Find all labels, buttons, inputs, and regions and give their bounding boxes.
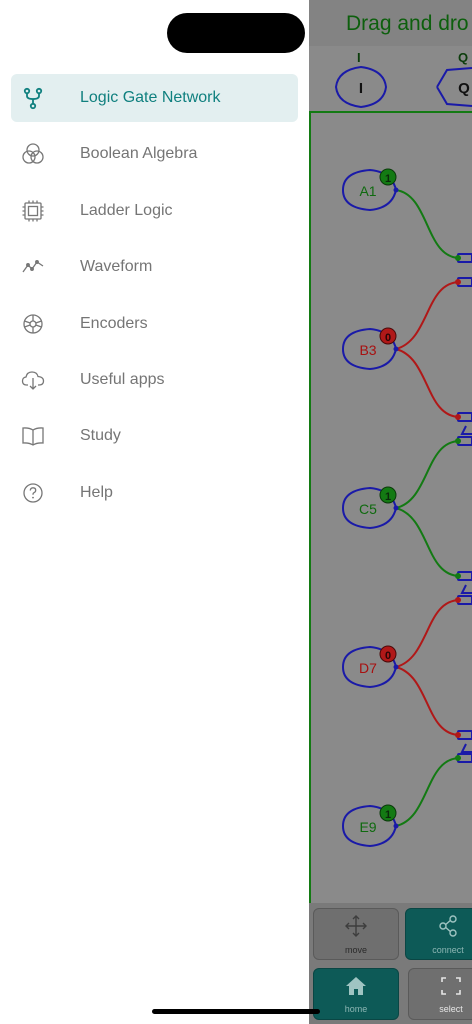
- input-node-d7-label: D7: [359, 660, 377, 676]
- select-button[interactable]: select: [408, 968, 472, 1020]
- drawer-item-label: Logic Gate Network: [80, 89, 221, 106]
- input-node-e9[interactable]: E9 1: [341, 804, 399, 848]
- home-indicator[interactable]: [152, 1009, 320, 1014]
- home-button[interactable]: home: [313, 968, 399, 1020]
- venn-icon: [22, 143, 44, 165]
- drawer-item-label: Boolean Algebra: [80, 145, 198, 163]
- drawer-item-label: Help: [80, 483, 113, 501]
- move-icon: [345, 915, 367, 937]
- drawer-menu: Logic Gate Network Boolean Algebra Ladde…: [11, 74, 298, 525]
- input-node-e9-state: 1: [385, 809, 391, 821]
- encoder-icon: [23, 313, 43, 334]
- input-node-d7-state: 0: [385, 650, 391, 662]
- input-node-a1[interactable]: A1 1: [341, 168, 399, 212]
- book-icon: [22, 427, 44, 447]
- drawer-item-useful-apps[interactable]: Useful apps: [11, 356, 298, 404]
- connect-label: connect: [432, 945, 464, 955]
- home-icon: [346, 977, 366, 995]
- drawer-item-label: Waveform: [80, 258, 153, 276]
- input-node-c5[interactable]: C5 1: [341, 486, 399, 530]
- home-label: home: [344, 1004, 368, 1014]
- io-pin-i[interactable]: I: [334, 65, 388, 109]
- connect-button[interactable]: connect: [405, 908, 472, 960]
- drawer-item-help[interactable]: Help: [11, 469, 298, 517]
- input-node-c5-label: C5: [359, 501, 377, 517]
- move-button[interactable]: move: [313, 908, 399, 960]
- drawer-item-label: Encoders: [80, 314, 148, 332]
- input-node-b3-state: 0: [385, 332, 391, 344]
- drawer-item-boolean-algebra[interactable]: Boolean Algebra: [11, 130, 298, 178]
- drawer-item-encoders[interactable]: Encoders: [11, 300, 298, 348]
- network-icon: [23, 87, 43, 110]
- input-node-d7[interactable]: D7 0: [341, 645, 399, 689]
- cloud-download-icon: [21, 371, 45, 390]
- input-node-a1-state: 1: [385, 173, 391, 185]
- input-node-e9-label: E9: [359, 819, 376, 835]
- waveform-icon: [22, 260, 44, 273]
- navigation-drawer: Logic Gate Network Boolean Algebra Ladde…: [0, 0, 309, 1024]
- drawer-item-label: Study: [80, 427, 121, 445]
- drawer-item-label: Useful apps: [80, 370, 165, 388]
- io-pin-q-text: Q: [458, 80, 470, 97]
- drawer-item-label: Ladder Logic: [80, 201, 173, 219]
- drawer-item-waveform[interactable]: Waveform: [11, 243, 298, 291]
- help-icon: [23, 483, 43, 503]
- io-pin-q[interactable]: Q: [436, 67, 472, 107]
- chip-icon: [22, 200, 44, 222]
- input-node-a1-label: A1: [359, 183, 376, 199]
- drawer-item-study[interactable]: Study: [11, 412, 298, 460]
- drawer-item-logic-gate-network[interactable]: Logic Gate Network: [11, 74, 298, 122]
- drawer-item-ladder-logic[interactable]: Ladder Logic: [11, 187, 298, 235]
- share-nodes-icon: [439, 915, 457, 937]
- move-label: move: [344, 945, 367, 955]
- select-label: select: [439, 1004, 463, 1014]
- select-frame-icon: [441, 977, 461, 995]
- input-node-b3-label: B3: [359, 342, 376, 358]
- camera-notch: [167, 13, 305, 53]
- io-pin-i-text: I: [359, 80, 363, 97]
- input-node-b3[interactable]: B3 0: [341, 327, 399, 371]
- input-node-c5-state: 1: [385, 491, 391, 503]
